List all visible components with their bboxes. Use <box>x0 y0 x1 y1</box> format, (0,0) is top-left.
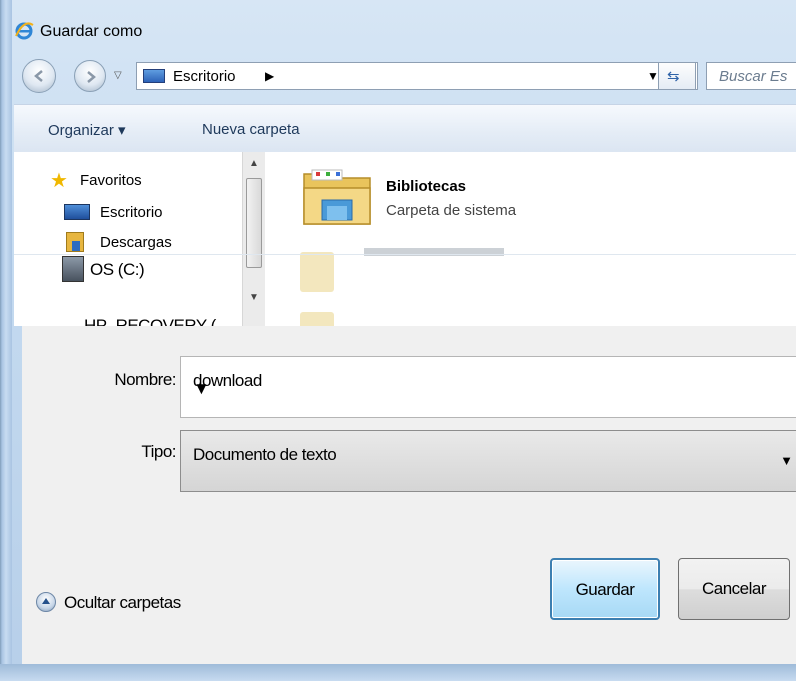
back-button[interactable] <box>22 59 56 93</box>
libraries-folder-icon[interactable] <box>302 166 374 228</box>
chevron-down-icon[interactable]: ▼ <box>193 379 793 399</box>
browse-panes: ★ Favoritos Escritorio Descargas OS (C:)… <box>14 152 796 326</box>
divider <box>14 254 796 255</box>
file-type-value: Documento de texto <box>193 445 337 464</box>
scroll-down-icon[interactable]: ▼ <box>249 292 259 303</box>
drive-icon <box>62 256 84 282</box>
address-bar[interactable]: Escritorio ▶ ▼ <box>136 62 698 90</box>
title-bar[interactable]: Guardar como <box>0 12 796 42</box>
nav-item-descargas[interactable]: Descargas <box>100 234 172 252</box>
window-border <box>0 0 12 681</box>
search-placeholder: Buscar Es <box>719 68 788 85</box>
folder-icon[interactable] <box>300 312 334 326</box>
breadcrumb-arrow-icon[interactable]: ▶ <box>265 69 274 83</box>
arrow-right-icon <box>87 71 96 83</box>
scroll-up-icon[interactable]: ▲ <box>249 158 259 169</box>
item-description: Carpeta de sistema <box>386 202 517 219</box>
forward-button[interactable] <box>74 60 106 92</box>
internet-explorer-icon <box>15 22 34 40</box>
refresh-icon: ⇆ <box>667 68 680 85</box>
command-toolbar: Organizar ▾ Nueva carpeta <box>14 104 796 154</box>
file-type-label: Tipo: <box>141 442 176 461</box>
save-button-label: Guardar <box>575 580 635 599</box>
desktop-icon <box>143 69 165 83</box>
arrow-left-icon <box>34 70 43 82</box>
window-title: Guardar como <box>40 23 143 40</box>
new-folder-button[interactable]: Nueva carpeta <box>202 121 300 138</box>
save-form: Nombre: download ▼ Tipo: Documento de te… <box>22 326 796 664</box>
nav-item-favoritos[interactable]: Favoritos <box>80 172 142 189</box>
cancel-button[interactable]: Cancelar <box>678 558 790 620</box>
folder-icon[interactable] <box>300 252 334 292</box>
search-input[interactable]: Buscar Es <box>706 62 796 90</box>
collapse-arrow-icon[interactable] <box>36 592 56 612</box>
recent-locations-chevron-icon[interactable]: ▽ <box>114 70 122 81</box>
dialog-window: Guardar como ▽ Escritorio ▶ ▼ ⇆ Buscar E… <box>0 0 796 681</box>
refresh-button[interactable]: ⇆ <box>658 62 696 90</box>
nav-item-os-c[interactable]: OS (C:) <box>90 260 145 280</box>
address-location[interactable]: Escritorio <box>173 68 236 85</box>
nav-item-escritorio[interactable]: Escritorio <box>100 204 163 221</box>
file-type-select[interactable]: Documento de texto ▼ <box>180 430 796 492</box>
navigation-pane: ★ Favoritos Escritorio Descargas OS (C:)… <box>14 152 240 326</box>
file-name-field[interactable]: download ▼ <box>180 356 796 418</box>
item-name-bibliotecas[interactable]: Bibliotecas <box>386 178 466 195</box>
window-bottom-border <box>0 664 796 681</box>
star-icon: ★ <box>50 170 68 192</box>
hide-folders-label[interactable]: Ocultar carpetas <box>64 593 181 613</box>
desktop-icon <box>64 204 90 220</box>
cancel-button-label: Cancelar <box>701 579 767 598</box>
chevron-down-icon[interactable]: ▼ <box>780 453 793 468</box>
nav-item-hp-recovery[interactable]: HP_RECOVERY ( <box>84 316 216 326</box>
organize-menu-button[interactable]: Organizar ▾ <box>48 121 126 139</box>
nav-pane-scrollbar[interactable]: ▲ ▼ <box>242 152 265 326</box>
file-name-label: Nombre: <box>114 370 176 389</box>
save-button[interactable]: Guardar <box>550 558 660 620</box>
downloads-icon <box>66 232 84 252</box>
file-list: Bibliotecas Carpeta de sistema <box>270 152 796 326</box>
